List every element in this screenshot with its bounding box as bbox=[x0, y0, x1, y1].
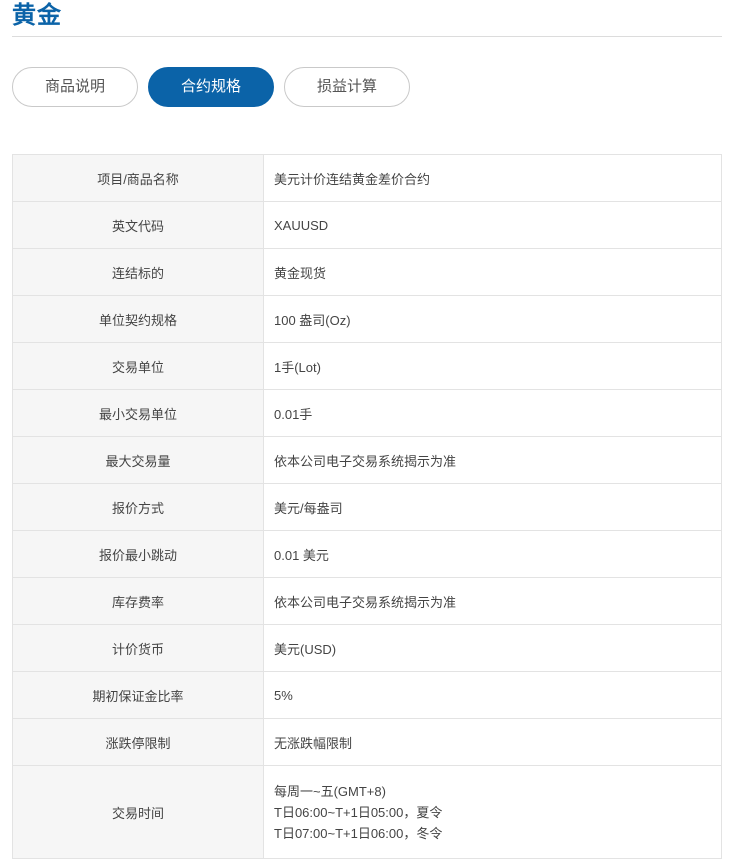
trading-time-line: T日07:00~T+1日06:00，冬令 bbox=[274, 825, 443, 841]
spec-value-trading-time: 每周一~五(GMT+8) T日06:00~T+1日05:00，夏令 T日07:0… bbox=[263, 765, 722, 859]
table-row: 英文代码 XAUUSD bbox=[12, 201, 722, 249]
spec-value: 依本公司电子交易系统揭示为准 bbox=[263, 436, 722, 484]
spec-value: XAUUSD bbox=[263, 201, 722, 249]
spec-key: 交易单位 bbox=[12, 342, 264, 390]
spec-value: 0.01 美元 bbox=[263, 530, 722, 578]
trading-time-line: T日06:00~T+1日05:00，夏令 bbox=[274, 804, 443, 820]
spec-key: 单位契约规格 bbox=[12, 295, 264, 343]
table-row: 涨跌停限制 无涨跌幅限制 bbox=[12, 718, 722, 766]
spec-value: 1手(Lot) bbox=[263, 342, 722, 390]
spec-key: 期初保证金比率 bbox=[12, 671, 264, 719]
tab-contract-specs[interactable]: 合约规格 bbox=[148, 67, 274, 107]
table-row: 报价最小跳动 0.01 美元 bbox=[12, 530, 722, 578]
spec-key: 最大交易量 bbox=[12, 436, 264, 484]
spec-value: 无涨跌幅限制 bbox=[263, 718, 722, 766]
table-row: 项目/商品名称 美元计价连结黄金差价合约 bbox=[12, 154, 722, 202]
title-divider bbox=[12, 36, 722, 37]
spec-value: 美元计价连结黄金差价合约 bbox=[263, 154, 722, 202]
table-row: 最大交易量 依本公司电子交易系统揭示为准 bbox=[12, 436, 722, 484]
spec-key: 报价最小跳动 bbox=[12, 530, 264, 578]
tab-product-description[interactable]: 商品说明 bbox=[12, 67, 138, 107]
table-row-trading-time: 交易时间 每周一~五(GMT+8) T日06:00~T+1日05:00，夏令 T… bbox=[12, 765, 722, 859]
spec-value: 美元(USD) bbox=[263, 624, 722, 672]
table-row: 连结标的 黄金现货 bbox=[12, 248, 722, 296]
spec-key: 项目/商品名称 bbox=[12, 154, 264, 202]
page: 黄金 商品说明 合约规格 损益计算 项目/商品名称 美元计价连结黄金差价合约 英… bbox=[0, 0, 746, 865]
table-row: 最小交易单位 0.01手 bbox=[12, 389, 722, 437]
table-row: 期初保证金比率 5% bbox=[12, 671, 722, 719]
tab-bar: 商品说明 合约规格 损益计算 bbox=[12, 67, 420, 107]
spec-key: 报价方式 bbox=[12, 483, 264, 531]
contract-spec-table: 项目/商品名称 美元计价连结黄金差价合约 英文代码 XAUUSD 连结标的 黄金… bbox=[12, 154, 722, 859]
spec-key: 英文代码 bbox=[12, 201, 264, 249]
table-row: 库存费率 依本公司电子交易系统揭示为准 bbox=[12, 577, 722, 625]
trading-time-line: 每周一~五(GMT+8) bbox=[274, 783, 386, 799]
table-row: 单位契约规格 100 盎司(Oz) bbox=[12, 295, 722, 343]
table-row: 计价货币 美元(USD) bbox=[12, 624, 722, 672]
page-title: 黄金 bbox=[12, 2, 62, 29]
spec-key: 涨跌停限制 bbox=[12, 718, 264, 766]
spec-key: 最小交易单位 bbox=[12, 389, 264, 437]
spec-value: 100 盎司(Oz) bbox=[263, 295, 722, 343]
spec-key: 计价货币 bbox=[12, 624, 264, 672]
spec-value: 依本公司电子交易系统揭示为准 bbox=[263, 577, 722, 625]
spec-key: 交易时间 bbox=[12, 765, 264, 859]
spec-value: 0.01手 bbox=[263, 389, 722, 437]
spec-key: 库存费率 bbox=[12, 577, 264, 625]
spec-value: 美元/每盎司 bbox=[263, 483, 722, 531]
tab-profit-loss-calculator[interactable]: 损益计算 bbox=[284, 67, 410, 107]
table-row: 报价方式 美元/每盎司 bbox=[12, 483, 722, 531]
table-row: 交易单位 1手(Lot) bbox=[12, 342, 722, 390]
spec-key: 连结标的 bbox=[12, 248, 264, 296]
spec-value: 黄金现货 bbox=[263, 248, 722, 296]
spec-value: 5% bbox=[263, 671, 722, 719]
